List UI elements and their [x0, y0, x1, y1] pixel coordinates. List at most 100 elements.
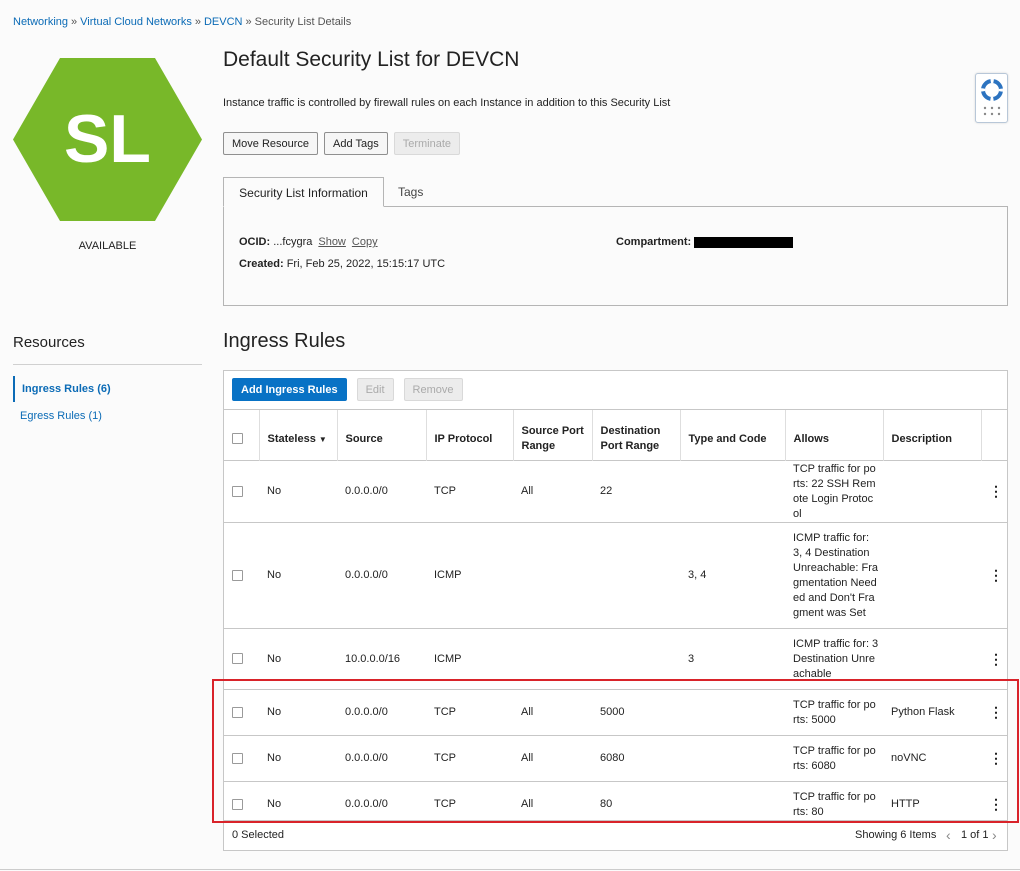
select-all-checkbox[interactable]: [232, 433, 243, 445]
ingress-rules-table: Add Ingress Rules Edit Remove Stateless …: [223, 370, 1008, 851]
cell-protocol: TCP: [426, 689, 513, 736]
sidebar-item-ingress-rules[interactable]: Ingress Rules (6): [13, 376, 202, 402]
prev-page-icon[interactable]: ‹: [946, 827, 951, 843]
redacted-compartment: [694, 236, 794, 248]
row-actions-icon[interactable]: ⋮: [981, 522, 1007, 629]
page-subtitle: Instance traffic is controlled by firewa…: [223, 97, 671, 109]
tab-security-list-information[interactable]: Security List Information: [223, 177, 384, 207]
row-actions-icon[interactable]: ⋮: [981, 735, 1007, 782]
cell-src-port: All: [513, 460, 592, 523]
info-panel: OCID: ...fcygra Show Copy Created: Fri, Fe…: [223, 206, 1008, 306]
cell-dst-port: [592, 522, 680, 629]
table-row: No 0.0.0.0/0 ICMP 3, 4 ICMP traffic for:…: [224, 522, 1007, 629]
cell-protocol: TCP: [426, 460, 513, 523]
cell-stateless: No: [259, 735, 337, 782]
sidebar-item-egress-rules[interactable]: Egress Rules (1): [13, 403, 202, 429]
add-ingress-rules-button[interactable]: Add Ingress Rules: [232, 378, 347, 401]
resources-title: Resources: [13, 334, 85, 351]
page-bottom-divider: [0, 869, 1020, 870]
row-actions-icon[interactable]: ⋮: [981, 628, 1007, 690]
cell-description: [883, 460, 981, 523]
ocid-show-link[interactable]: Show: [318, 236, 346, 248]
cell-stateless: No: [259, 522, 337, 629]
created-label: Created:: [239, 258, 284, 270]
cell-type-code: [680, 460, 785, 523]
next-page-icon[interactable]: ›: [992, 827, 997, 843]
edit-button[interactable]: Edit: [356, 378, 394, 401]
cell-src-port: [513, 522, 592, 629]
row-checkbox[interactable]: [232, 752, 243, 764]
cell-dst-port: 22: [592, 460, 680, 523]
table-toolbar: Add Ingress Rules Edit Remove: [232, 378, 463, 401]
cell-dst-port: 6080: [592, 735, 680, 782]
ocid-row: OCID: ...fcygra Show Copy: [239, 236, 378, 248]
ocid-value: ...fcygra: [273, 236, 313, 248]
cell-source: 10.0.0.0/16: [337, 628, 426, 690]
remove-button[interactable]: Remove: [403, 378, 463, 401]
tab-tags[interactable]: Tags: [398, 177, 423, 207]
cell-dst-port: [592, 628, 680, 690]
cell-allows: TCP traffic for ports: 6080: [785, 735, 883, 782]
created-value: Fri, Feb 25, 2022, 15:15:17 UTC: [286, 258, 446, 270]
cell-dst-port: 5000: [592, 689, 680, 736]
action-buttons: Move Resource Add Tags Terminate: [223, 132, 461, 155]
row-checkbox[interactable]: [232, 569, 243, 581]
page-title: Default Security List for DEVCN: [223, 48, 520, 71]
cell-type-code: [680, 689, 785, 736]
row-actions-icon[interactable]: ⋮: [981, 689, 1007, 736]
breadcrumb: Networking» Virtual Cloud Networks» DEVCN»…: [13, 16, 351, 28]
terminate-button[interactable]: Terminate: [393, 132, 461, 155]
status-label: AVAILABLE: [78, 240, 137, 252]
cell-source: 0.0.0.0/0: [337, 689, 426, 736]
col-actions: [980, 409, 1007, 461]
created-row: Created: Fri, Feb 25, 2022, 15:15:17 UTC: [239, 258, 445, 270]
col-type-and-code: Type and Code: [679, 409, 785, 461]
cell-source: 0.0.0.0/0: [337, 522, 426, 629]
resources-divider: [13, 364, 202, 365]
row-checkbox[interactable]: [232, 485, 243, 497]
rules-table: Stateless ▼ Source IP Protocol Source Po…: [224, 409, 1007, 828]
ocid-copy-link[interactable]: Copy: [352, 236, 378, 248]
cell-source: 0.0.0.0/0: [337, 735, 426, 782]
col-description: Description: [882, 409, 981, 461]
row-checkbox[interactable]: [232, 706, 243, 718]
breadcrumb-networking[interactable]: Networking: [13, 16, 68, 28]
col-source: Source: [336, 409, 426, 461]
table-header-row: Stateless ▼ Source IP Protocol Source Po…: [224, 409, 1007, 461]
cell-type-code: [680, 735, 785, 782]
breadcrumb-devcn[interactable]: DEVCN: [204, 16, 243, 28]
col-stateless[interactable]: Stateless ▼: [258, 409, 337, 461]
cell-description: [883, 522, 981, 629]
row-checkbox[interactable]: [232, 798, 243, 810]
lifebuoy-icon: [981, 79, 1003, 116]
add-tags-button[interactable]: Add Tags: [324, 132, 388, 155]
cell-allows: ICMP traffic for: 3, 4 Destination Unrea…: [785, 522, 883, 629]
table-footer: 0 Selected Showing 6 Items ‹ 1 of 1 ›: [224, 820, 1007, 850]
cell-protocol: TCP: [426, 735, 513, 782]
cell-allows: ICMP traffic for: 3 Destination Unreacha…: [785, 628, 883, 690]
resource-badge: SL: [13, 58, 202, 221]
col-destination-port-range: Destination Port Range: [591, 409, 680, 461]
cell-type-code: 3, 4: [680, 522, 785, 629]
badge-initials: SL: [64, 101, 151, 177]
col-source-port-range: Source Port Range: [512, 409, 592, 461]
breadcrumb-separator: »: [71, 16, 78, 28]
cell-description: Python Flask: [883, 689, 981, 736]
ingress-rules-title: Ingress Rules: [223, 330, 346, 352]
help-button[interactable]: [975, 73, 1008, 123]
cell-protocol: ICMP: [426, 628, 513, 690]
item-count: Showing 6 Items: [855, 829, 937, 841]
page-indicator: 1 of 1: [961, 829, 989, 841]
col-stateless-label: Stateless: [267, 432, 316, 445]
row-checkbox[interactable]: [232, 653, 243, 665]
breadcrumb-vcns[interactable]: Virtual Cloud Networks: [80, 16, 192, 28]
cell-description: [883, 628, 981, 690]
select-all-cell: [224, 409, 259, 461]
table-row: No 0.0.0.0/0 TCP All 22 TCP traffic for …: [224, 460, 1007, 523]
move-resource-button[interactable]: Move Resource: [223, 132, 319, 155]
hexagon-icon: SL: [13, 58, 202, 221]
row-actions-icon[interactable]: ⋮: [981, 460, 1007, 523]
cell-src-port: All: [513, 689, 592, 736]
table-row: No 10.0.0.0/16 ICMP 3 ICMP traffic for: …: [224, 628, 1007, 690]
cell-stateless: No: [259, 689, 337, 736]
